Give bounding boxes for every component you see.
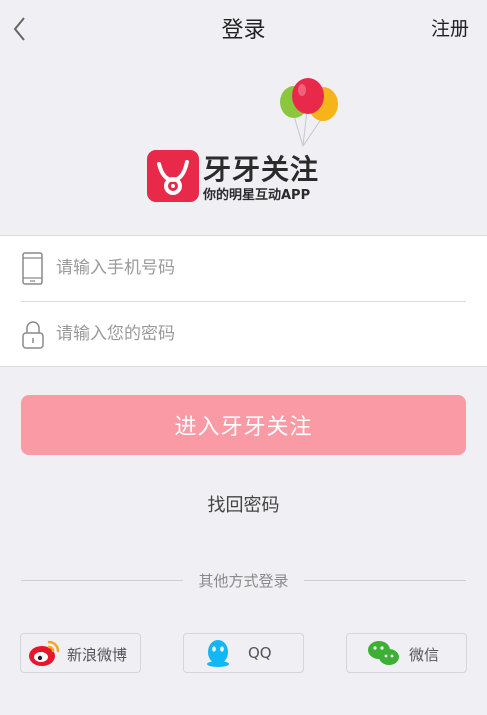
wechat-login-button[interactable]: 微信 <box>346 633 467 673</box>
page-title: 登录 <box>221 18 266 43</box>
password-input[interactable] <box>56 316 456 352</box>
header: 登录 注册 <box>0 0 487 56</box>
other-login-divider: 其他方式登录 <box>21 570 466 592</box>
lock-icon <box>22 321 44 349</box>
brand-name: 牙牙关注 <box>203 153 320 186</box>
password-field <box>0 302 487 367</box>
phone-input[interactable] <box>56 250 456 286</box>
wechat-label: 微信 <box>409 646 440 664</box>
register-link[interactable]: 注册 <box>431 14 469 41</box>
login-button[interactable]: 进入牙牙关注 <box>21 395 466 455</box>
login-form <box>0 235 487 367</box>
divider-line-right <box>304 580 466 581</box>
qq-icon <box>207 640 229 667</box>
balloons-icon <box>280 78 338 147</box>
weibo-label: 新浪微博 <box>67 646 128 664</box>
brand-slogan: 你的明星互动APP <box>203 188 311 203</box>
weibo-icon <box>29 640 60 666</box>
brand-logo: 牙牙关注 你的明星互动APP <box>145 78 345 208</box>
qq-login-button[interactable]: QQ <box>183 633 304 673</box>
forgot-password-link[interactable]: 找回密码 <box>0 491 487 517</box>
phone-icon <box>22 252 43 285</box>
qq-label: QQ <box>248 644 272 662</box>
phone-field <box>0 236 487 301</box>
app-logo-icon <box>147 150 199 202</box>
weibo-login-button[interactable]: 新浪微博 <box>20 633 141 673</box>
wechat-icon <box>368 641 399 665</box>
